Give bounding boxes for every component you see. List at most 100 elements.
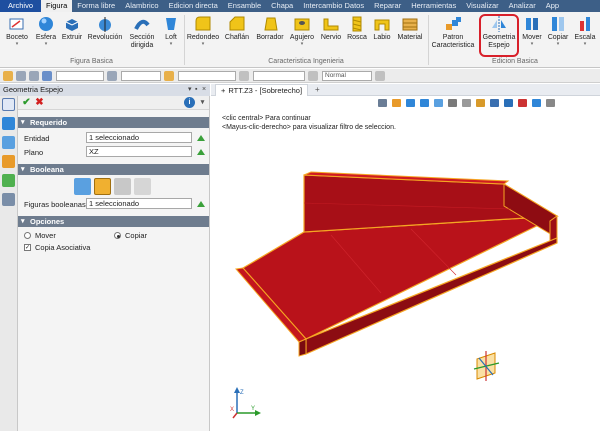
color-combo[interactable] bbox=[178, 70, 236, 81]
section-opciones[interactable]: Opciones bbox=[18, 216, 209, 227]
plano-field[interactable]: XZ bbox=[86, 146, 192, 157]
material-button[interactable]: Material bbox=[395, 14, 425, 56]
extruir-button[interactable]: Extruir bbox=[60, 14, 84, 56]
menu-archivo[interactable]: Archivo bbox=[0, 0, 42, 12]
filter-combo[interactable] bbox=[56, 70, 104, 81]
layer-icon[interactable] bbox=[164, 70, 174, 81]
browser-icon[interactable] bbox=[2, 193, 15, 206]
escala-button[interactable]: Escala ▾ bbox=[572, 14, 598, 56]
copy-icon bbox=[552, 17, 564, 31]
layer-combo[interactable] bbox=[121, 70, 161, 81]
ribbon-divider bbox=[428, 15, 429, 65]
borrador-button[interactable]: Borrador bbox=[254, 14, 286, 56]
menu-app[interactable]: App bbox=[541, 0, 564, 12]
nervio-button[interactable]: Nervio bbox=[318, 14, 344, 56]
document-tab[interactable]: + RTT.Z3 - [Sobretecho] bbox=[215, 84, 309, 96]
copiar-button[interactable]: Copiar ▾ bbox=[546, 14, 570, 56]
viewport-3d[interactable]: <clic central> Para continuar <Mayus-cli… bbox=[211, 97, 600, 431]
menu-forma-libre[interactable]: Forma libre bbox=[72, 0, 120, 12]
mover-button[interactable]: Mover ▾ bbox=[520, 14, 544, 56]
revolucion-button[interactable]: Revolución bbox=[86, 14, 124, 56]
figuras-row: Figuras booleanas 1 seleccionado bbox=[18, 197, 209, 211]
loft-button[interactable]: Loft ▾ bbox=[160, 14, 182, 56]
rosca-button[interactable]: Rosca bbox=[345, 14, 369, 56]
menu-figura[interactable]: Figura bbox=[41, 0, 73, 12]
menu-ensamble[interactable]: Ensamble bbox=[223, 0, 266, 12]
boolean-remove-icon[interactable] bbox=[114, 178, 131, 195]
seccion-dirigida-button[interactable]: Sección dirigida bbox=[126, 14, 158, 56]
menu-herramientas[interactable]: Herramientas bbox=[406, 0, 461, 12]
dock-icon[interactable]: ▪ bbox=[195, 84, 197, 96]
menu-analizar[interactable]: Analizar bbox=[504, 0, 541, 12]
svg-text:X: X bbox=[230, 407, 234, 413]
move-icon bbox=[526, 18, 538, 30]
extrude-icon bbox=[65, 19, 79, 31]
select-icon[interactable] bbox=[16, 70, 26, 81]
panel-actions: ✔ ✖ i ▾ bbox=[18, 96, 209, 110]
line-combo[interactable] bbox=[253, 70, 305, 81]
lip-icon bbox=[374, 19, 390, 31]
new-tab-icon[interactable]: + bbox=[315, 84, 320, 96]
plano-row: Plano XZ bbox=[18, 145, 209, 159]
menu-alambrico[interactable]: Alambrico bbox=[120, 0, 163, 12]
svg-text:Z: Z bbox=[240, 390, 244, 396]
menu-chapa[interactable]: Chapa bbox=[266, 0, 298, 12]
chevron-down-icon[interactable] bbox=[107, 70, 117, 81]
cancel-icon[interactable]: ✖ bbox=[34, 97, 45, 108]
menu-edicion-directa[interactable]: Edicion directa bbox=[164, 0, 223, 12]
boceto-button[interactable]: Boceto ▾ bbox=[2, 14, 32, 56]
mirror-plane-widget[interactable] bbox=[471, 349, 501, 383]
pick-icon[interactable] bbox=[196, 147, 206, 157]
figuras-field[interactable]: 1 seleccionado bbox=[86, 198, 192, 209]
pin-icon[interactable]: ▾ bbox=[188, 84, 192, 96]
copia-asociativa-checkbox[interactable]: ✓ bbox=[24, 244, 31, 251]
filter-icon[interactable] bbox=[3, 70, 13, 81]
boolean-base-icon[interactable] bbox=[74, 178, 91, 195]
svg-text:Y: Y bbox=[251, 406, 255, 412]
pick-icon[interactable] bbox=[196, 199, 206, 209]
move-copy-options: Mover Copiar bbox=[18, 230, 209, 242]
agujero-button[interactable]: Agujero ▾ bbox=[288, 14, 316, 56]
history-icon[interactable] bbox=[2, 117, 15, 130]
labio-button[interactable]: Labio bbox=[370, 14, 394, 56]
layers-icon[interactable] bbox=[2, 155, 15, 168]
ribbon-divider bbox=[184, 15, 185, 65]
info-icon[interactable]: i bbox=[184, 97, 195, 108]
style-combo[interactable]: Normal bbox=[322, 70, 372, 81]
mirror-panel: ✔ ✖ i ▾ Requerido Entidad 1 seleccionado… bbox=[18, 96, 210, 431]
esfera-button[interactable]: Esfera ▾ bbox=[33, 14, 59, 56]
pick-icon[interactable] bbox=[196, 133, 206, 143]
expand-icon[interactable]: ▾ bbox=[197, 97, 208, 108]
fillet-icon bbox=[195, 16, 211, 31]
menu-reparar[interactable]: Reparar bbox=[369, 0, 406, 12]
mover-radio[interactable] bbox=[24, 232, 31, 239]
view-manager-icon[interactable] bbox=[2, 174, 15, 187]
section-booleana[interactable]: Booleana bbox=[18, 164, 209, 175]
tab-close-icon[interactable]: + bbox=[221, 86, 225, 95]
line-icon[interactable] bbox=[239, 70, 249, 81]
redondeo-button[interactable]: Redondeo ▾ bbox=[186, 14, 220, 56]
sheetmetal-part[interactable] bbox=[211, 97, 600, 431]
settings-icon[interactable] bbox=[375, 70, 385, 81]
boolean-add-icon[interactable] bbox=[94, 178, 111, 195]
panel-title: Geometria Espejo ▾ ▪ × bbox=[0, 84, 210, 96]
chaflan-button[interactable]: Chaflán bbox=[222, 14, 252, 56]
sweep-icon bbox=[134, 19, 150, 30]
copiar-radio[interactable] bbox=[114, 232, 121, 239]
mirror-tool-icon[interactable] bbox=[2, 98, 15, 111]
section-requerido[interactable]: Requerido bbox=[18, 117, 209, 128]
boolean-intersect-icon[interactable] bbox=[134, 178, 151, 195]
close-icon[interactable]: × bbox=[202, 84, 206, 96]
ok-icon[interactable]: ✔ bbox=[21, 97, 32, 108]
left-icon-strip bbox=[0, 84, 18, 431]
menu-visualizar[interactable]: Visualizar bbox=[461, 0, 503, 12]
boolean-options bbox=[18, 175, 209, 197]
assembly-icon[interactable] bbox=[2, 136, 15, 149]
menu-intercambio-datos[interactable]: Intercambio Datos bbox=[298, 0, 369, 12]
group-label-caracteristica-ingenieria: Caracteristica Ingenieria bbox=[268, 58, 344, 65]
patron-caracteristica-button[interactable]: Patron Caracteristica bbox=[430, 14, 476, 56]
entidad-field[interactable]: 1 seleccionado bbox=[86, 132, 192, 143]
snap-icon[interactable] bbox=[42, 70, 52, 81]
select-all-icon[interactable] bbox=[29, 70, 39, 81]
style-icon[interactable] bbox=[308, 70, 318, 81]
